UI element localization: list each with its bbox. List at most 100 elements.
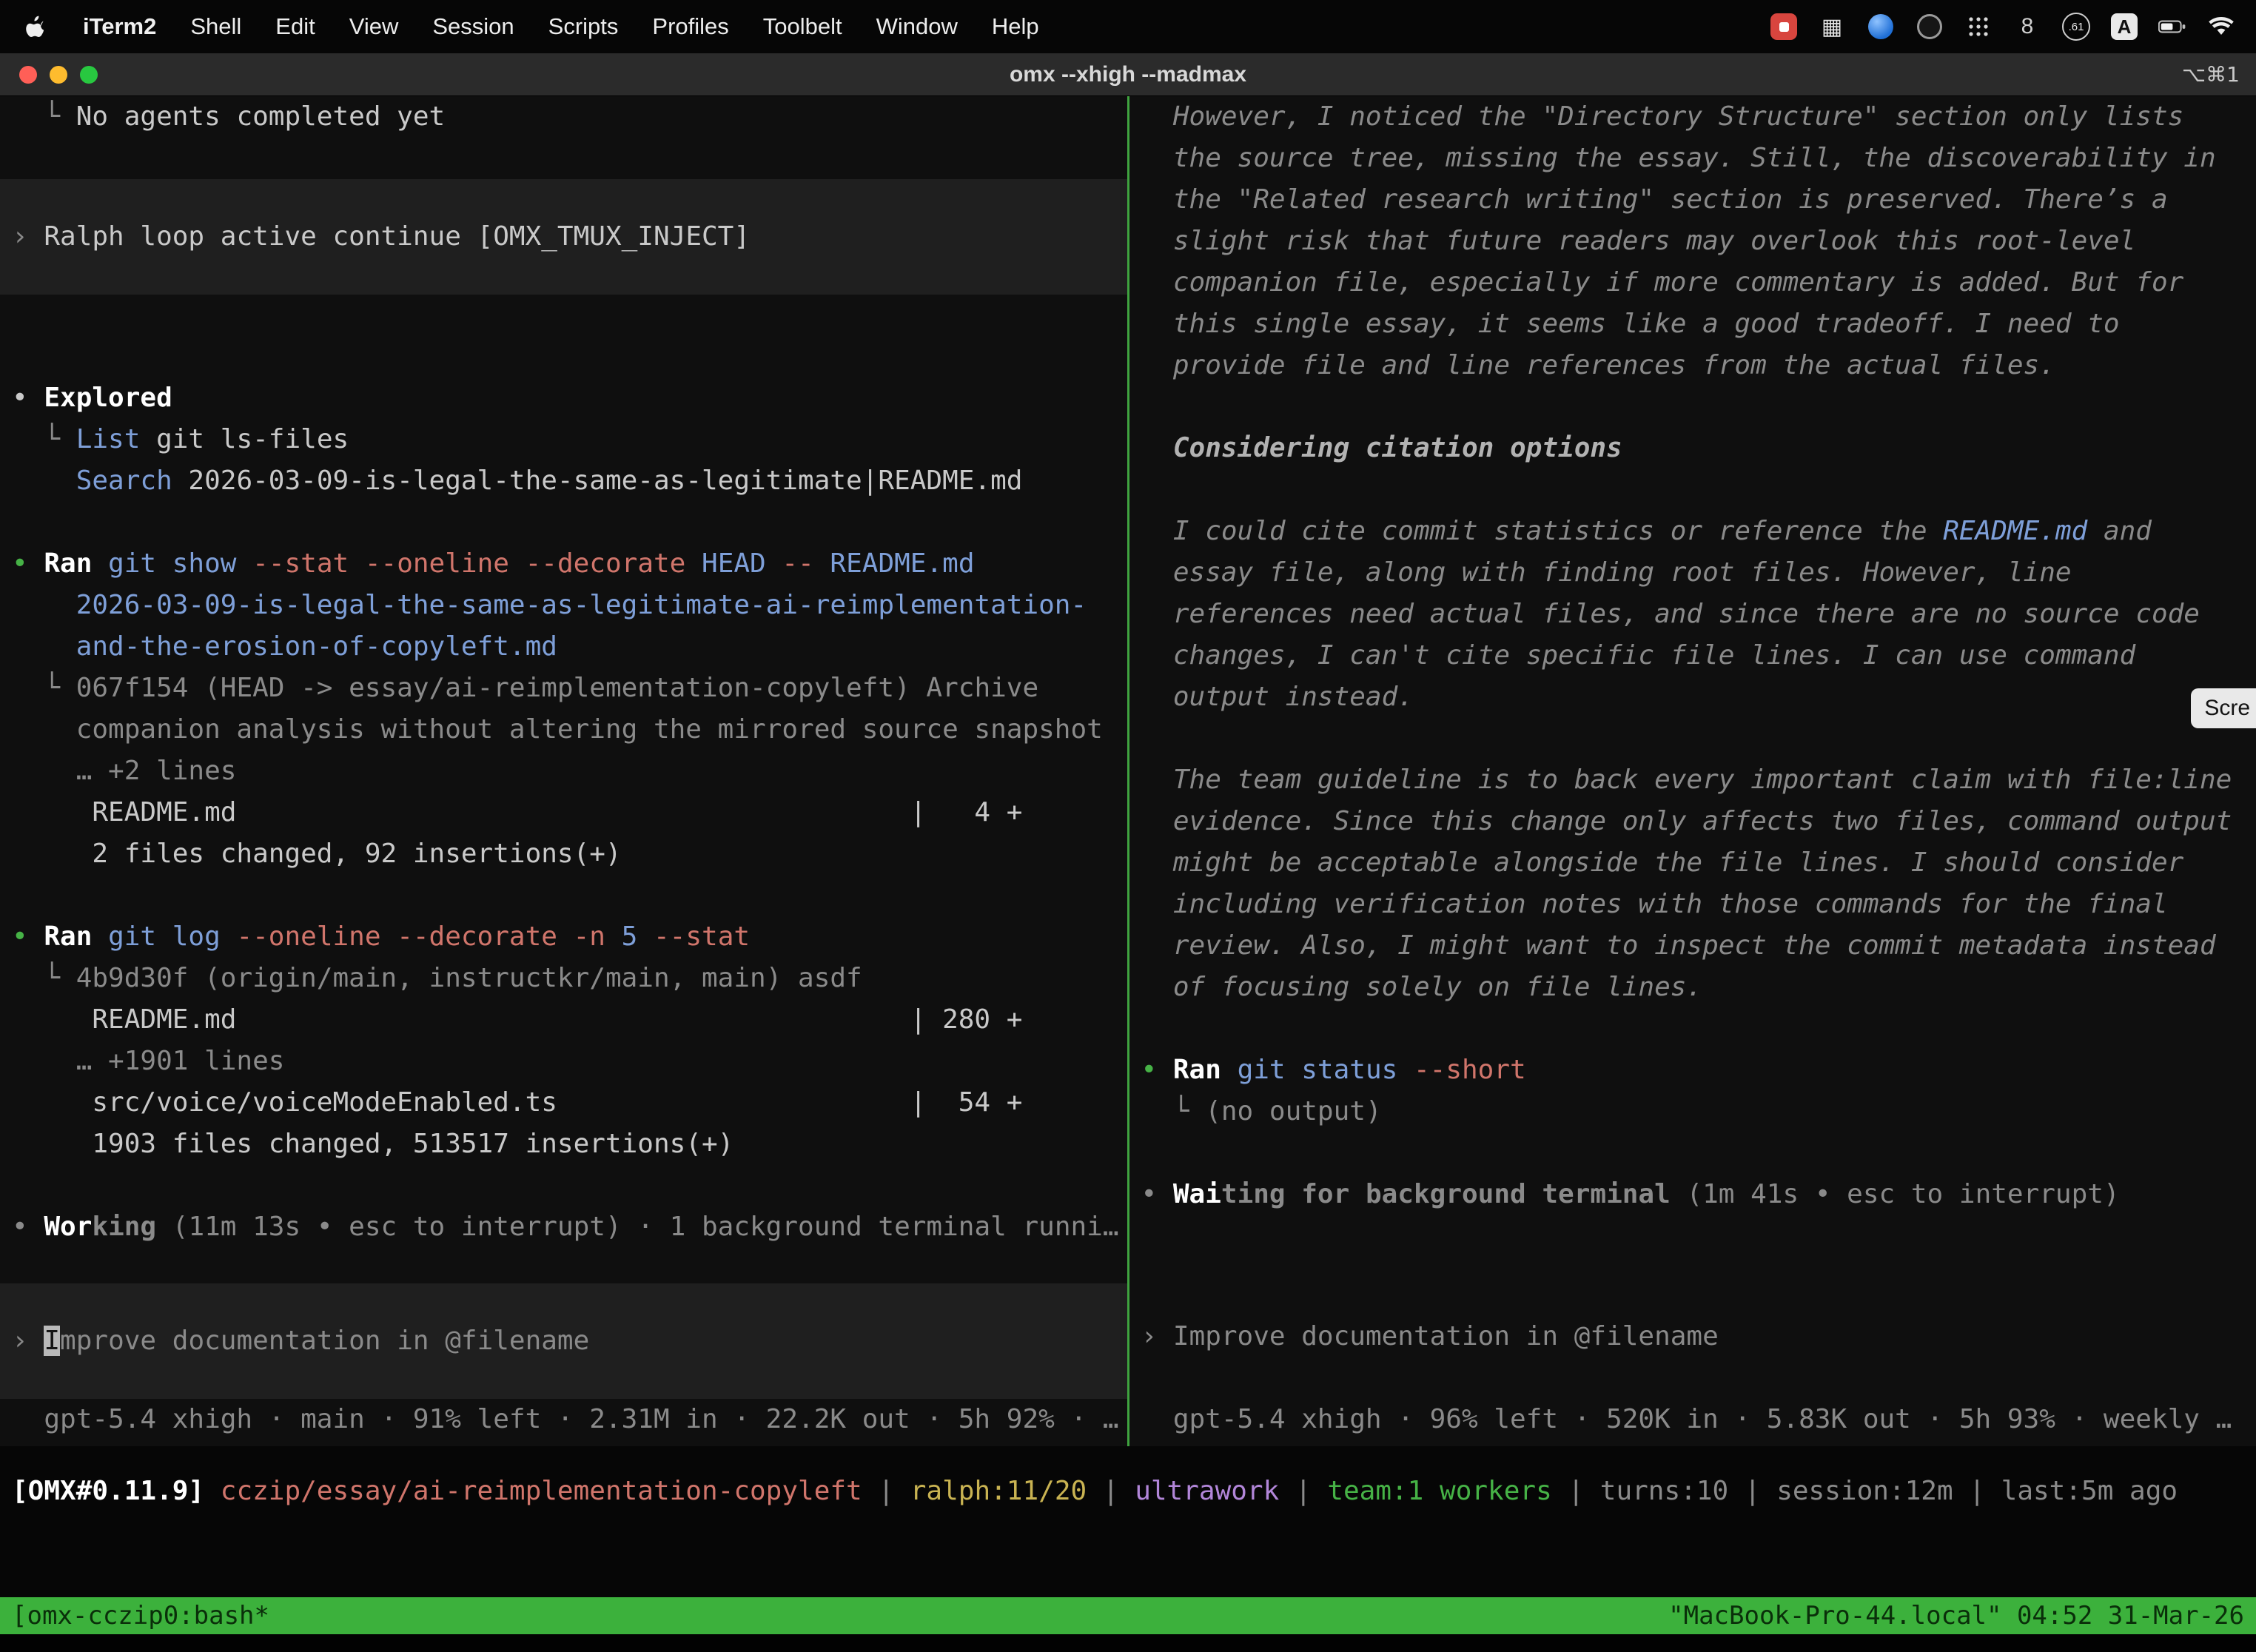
menu-item-toolbelt[interactable]: Toolbelt bbox=[763, 13, 842, 40]
menu-item-session[interactable]: Session bbox=[432, 13, 514, 40]
terminal-line: Search 2026-03-09-is-legal-the-same-as-l… bbox=[0, 460, 1127, 502]
terminal-line: this single essay, it seems like a good … bbox=[1129, 303, 2256, 345]
terminal-line: review. Also, I might want to inspect th… bbox=[1129, 925, 2256, 967]
text-segment: README.md | 280 + bbox=[12, 1004, 1022, 1035]
menu-app-name[interactable]: iTerm2 bbox=[83, 13, 156, 40]
terminal-line: slight risk that future readers may over… bbox=[1129, 221, 2256, 262]
menu-item-window[interactable]: Window bbox=[876, 13, 958, 40]
omx-status-segment: ultrawork bbox=[1135, 1476, 1279, 1506]
text-segment: The team guideline is to back every impo… bbox=[1141, 765, 2232, 795]
text-segment: changes, I can't cite specific file line… bbox=[1141, 640, 2136, 671]
menu-item-profiles[interactable]: Profiles bbox=[652, 13, 728, 40]
text-segment: • bbox=[12, 548, 44, 579]
text-segment: However, I noticed the "Directory Struct… bbox=[1141, 101, 2184, 132]
text-segment: • bbox=[12, 1212, 44, 1242]
text-segment: HEAD bbox=[702, 548, 782, 579]
menu-items: Shell Edit View Session Scripts Profiles Toolb… bbox=[190, 13, 1038, 40]
zoom-window-button[interactable] bbox=[80, 66, 98, 84]
macos-menu-bar: iTerm2 Shell Edit View Session Scripts Profil… bbox=[0, 0, 2256, 53]
text-segment: Explored bbox=[44, 383, 172, 413]
text-segment: this single essay, it seems like a good … bbox=[1141, 309, 2120, 339]
tmux-panes: └ No agents completed yet › Ralph loop a… bbox=[0, 96, 2256, 1446]
menu-item-edit[interactable]: Edit bbox=[275, 13, 315, 40]
text-segment bbox=[12, 466, 76, 496]
text-segment: 2026-03-09-is-legal-the-same-as-legitima… bbox=[12, 590, 1087, 620]
terminal-line: • Ran git log --oneline --decorate -n 5 … bbox=[0, 916, 1127, 958]
terminal-line: └ List git ls-files bbox=[0, 419, 1127, 460]
omx-status-segment: | bbox=[1087, 1476, 1135, 1506]
text-segment: └ bbox=[1141, 1096, 1206, 1126]
battery-percent-badge[interactable]: .61 bbox=[2062, 13, 2090, 41]
terminal-line bbox=[1129, 1132, 2256, 1174]
inject-banner: › Ralph loop active continue [OMX_TMUX_I… bbox=[0, 179, 1127, 295]
terminal-line bbox=[0, 1165, 1127, 1206]
terminal-line: README.md | 280 + bbox=[0, 999, 1127, 1041]
battery-icon[interactable] bbox=[2158, 13, 2186, 41]
right-pane[interactable]: However, I noticed the "Directory Struct… bbox=[1129, 96, 2256, 1446]
prompt-input[interactable]: › Improve documentation in @filename bbox=[0, 1283, 1127, 1399]
text-segment: king bbox=[92, 1212, 172, 1242]
text-segment: git log bbox=[108, 921, 236, 952]
terminal-line: The team guideline is to back every impo… bbox=[1129, 759, 2256, 801]
dots-grid-icon[interactable] bbox=[1964, 13, 1993, 41]
text-segment: 2026-03-09-is-legal-the-same-as-legitima… bbox=[172, 466, 1023, 496]
text-segment: 5 bbox=[622, 921, 654, 952]
input-source-icon[interactable]: A bbox=[2111, 13, 2138, 40]
text-segment: might be acceptable alongside the file l… bbox=[1141, 847, 2184, 878]
omx-status-segment: team:1 workers bbox=[1327, 1476, 1551, 1506]
keychain-icon[interactable]: 8 bbox=[2013, 13, 2041, 41]
text-segment: • bbox=[12, 921, 44, 952]
terminal-line bbox=[0, 336, 1127, 377]
omx-status-segment: session:12m bbox=[1776, 1476, 1953, 1506]
text-segment: and bbox=[2087, 516, 2152, 546]
text-segment: › bbox=[12, 221, 44, 252]
terminal-line: 2026-03-09-is-legal-the-same-as-legitima… bbox=[0, 585, 1127, 626]
terminal-line: 2 files changed, 92 insertions(+) bbox=[0, 833, 1127, 875]
key-glyph: 8 bbox=[2021, 14, 2034, 39]
omx-status-segment: [OMX#0.11.9] bbox=[12, 1476, 221, 1506]
text-segment: --stat --oneline --decorate bbox=[252, 548, 702, 579]
pane-spacer bbox=[1129, 1215, 2256, 1316]
terminal-line: • Ran git status --short bbox=[1129, 1050, 2256, 1091]
menu-item-shell[interactable]: Shell bbox=[190, 13, 241, 40]
wifi-icon[interactable] bbox=[2207, 13, 2235, 41]
minimize-window-button[interactable] bbox=[50, 66, 67, 84]
terminal-line: └ No agents completed yet bbox=[0, 96, 1127, 138]
screen: { "colors": { "pane_bg": "#0f0f0f", "ban… bbox=[0, 0, 2256, 1652]
menu-item-help[interactable]: Help bbox=[992, 13, 1039, 40]
omx-status-line: [OMX#0.11.9] cczip/essay/ai-reimplementa… bbox=[0, 1446, 2256, 1535]
text-segment: the "Related research writing" section i… bbox=[1141, 184, 2168, 215]
bottom-filler bbox=[0, 1535, 2256, 1597]
grid-app-icon[interactable]: ▦ bbox=[1818, 13, 1846, 41]
apple-menu-icon[interactable] bbox=[21, 13, 49, 41]
screen-edge-tab[interactable]: Scre bbox=[2191, 688, 2256, 728]
text-segment: Ran bbox=[44, 548, 108, 579]
terminal-line: the "Related research writing" section i… bbox=[1129, 179, 2256, 221]
terminal-line bbox=[1129, 469, 2256, 511]
text-segment: evidence. Since this change only affects… bbox=[1141, 806, 2232, 836]
tmux-host-clock: "MacBook-Pro-44.local" 04:52 31-Mar-26 bbox=[1668, 1601, 2244, 1631]
text-segment: • bbox=[12, 383, 44, 413]
menu-item-view[interactable]: View bbox=[349, 13, 399, 40]
text-segment: (1m 41s • esc to interrupt) bbox=[1686, 1179, 2119, 1209]
menu-item-scripts[interactable]: Scripts bbox=[548, 13, 619, 40]
terminal-line: including verification notes with those … bbox=[1129, 884, 2256, 925]
window-controls bbox=[0, 66, 98, 84]
left-pane[interactable]: └ No agents completed yet › Ralph loop a… bbox=[0, 96, 1127, 1446]
model-status-line: gpt-5.4 xhigh · 96% left · 520K in · 5.8… bbox=[1129, 1399, 2256, 1440]
terminal-line: • Explored bbox=[0, 377, 1127, 419]
prompt-input[interactable]: › Improve documentation in @filename bbox=[1129, 1316, 2256, 1357]
omx-status-segment: | bbox=[1279, 1476, 1327, 1506]
terminal-line bbox=[1129, 386, 2256, 428]
close-window-button[interactable] bbox=[19, 66, 37, 84]
terminal-line: … +2 lines bbox=[0, 751, 1127, 792]
terminal-line: the source tree, missing the essay. Stil… bbox=[1129, 138, 2256, 179]
screen-recording-indicator-icon[interactable] bbox=[1770, 13, 1797, 40]
disc-app-icon[interactable] bbox=[1916, 13, 1944, 41]
browser-app-icon[interactable] bbox=[1867, 13, 1895, 41]
text-segment: Improve documentation in @filename bbox=[1173, 1321, 1719, 1352]
text-segment: Ran bbox=[1173, 1055, 1238, 1085]
terminal-line: provide file and line references from th… bbox=[1129, 345, 2256, 386]
text-segment: … +2 lines bbox=[12, 756, 236, 786]
model-status-line: gpt-5.4 xhigh · main · 91% left · 2.31M … bbox=[0, 1399, 1127, 1440]
